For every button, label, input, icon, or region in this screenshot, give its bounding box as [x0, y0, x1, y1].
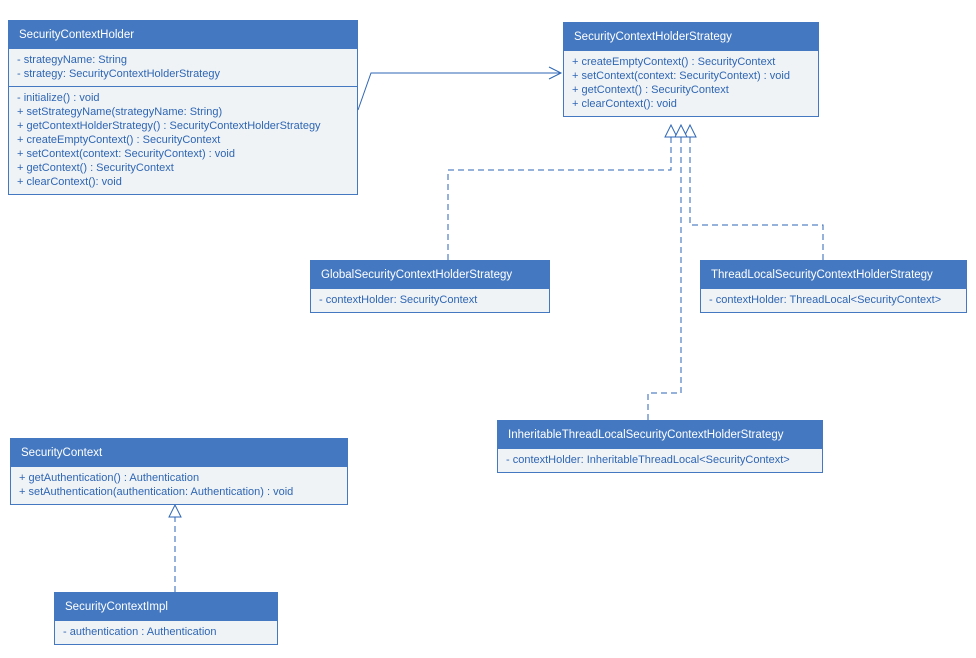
class-title: GlobalSecurityContextHolderStrategy — [311, 261, 549, 289]
class-title: InheritableThreadLocalSecurityContextHol… — [498, 421, 822, 449]
operation: + createEmptyContext() : SecurityContext — [17, 133, 349, 147]
attribute: - strategyName: String — [17, 53, 349, 67]
operations-section: - initialize() : void + setStrategyName(… — [9, 87, 357, 194]
operation: + getContext() : SecurityContext — [17, 161, 349, 175]
class-title: SecurityContextImpl — [55, 593, 277, 621]
attributes-section: - authentication : Authentication — [55, 621, 277, 644]
class-title: SecurityContextHolder — [9, 21, 357, 49]
operations-section: + createEmptyContext() : SecurityContext… — [564, 51, 818, 116]
attribute: - contextHolder: SecurityContext — [319, 293, 541, 307]
operations-section: + getAuthentication() : Authentication +… — [11, 467, 347, 504]
operation: + clearContext(): void — [17, 175, 349, 189]
attribute: - authentication : Authentication — [63, 625, 269, 639]
class-security-context: SecurityContext + getAuthentication() : … — [10, 438, 348, 505]
attributes-section: - strategyName: String - strategy: Secur… — [9, 49, 357, 86]
attribute: - contextHolder: InheritableThreadLocal<… — [506, 453, 814, 467]
operation: + getContext() : SecurityContext — [572, 83, 810, 97]
class-inheritable-thread-local-strategy: InheritableThreadLocalSecurityContextHol… — [497, 420, 823, 473]
operation: + clearContext(): void — [572, 97, 810, 111]
class-title: SecurityContext — [11, 439, 347, 467]
operation: + getContextHolderStrategy() : SecurityC… — [17, 119, 349, 133]
attributes-section: - contextHolder: InheritableThreadLocal<… — [498, 449, 822, 472]
attributes-section: - contextHolder: SecurityContext — [311, 289, 549, 312]
class-security-context-holder-strategy: SecurityContextHolderStrategy + createEm… — [563, 22, 819, 117]
class-global-strategy: GlobalSecurityContextHolderStrategy - co… — [310, 260, 550, 313]
attribute: - strategy: SecurityContextHolderStrateg… — [17, 67, 349, 81]
class-thread-local-strategy: ThreadLocalSecurityContextHolderStrategy… — [700, 260, 967, 313]
operation: + setContext(context: SecurityContext) :… — [572, 69, 810, 83]
operation: + setContext(context: SecurityContext) :… — [17, 147, 349, 161]
class-security-context-impl: SecurityContextImpl - authentication : A… — [54, 592, 278, 645]
class-title: SecurityContextHolderStrategy — [564, 23, 818, 51]
attribute: - contextHolder: ThreadLocal<SecurityCon… — [709, 293, 958, 307]
operation: - initialize() : void — [17, 91, 349, 105]
operation: + getAuthentication() : Authentication — [19, 471, 339, 485]
attributes-section: - contextHolder: ThreadLocal<SecurityCon… — [701, 289, 966, 312]
uml-diagram-canvas: SecurityContextHolder - strategyName: St… — [0, 0, 976, 658]
class-title: ThreadLocalSecurityContextHolderStrategy — [701, 261, 966, 289]
operation: + createEmptyContext() : SecurityContext — [572, 55, 810, 69]
operation: + setStrategyName(strategyName: String) — [17, 105, 349, 119]
operation: + setAuthentication(authentication: Auth… — [19, 485, 339, 499]
class-security-context-holder: SecurityContextHolder - strategyName: St… — [8, 20, 358, 195]
